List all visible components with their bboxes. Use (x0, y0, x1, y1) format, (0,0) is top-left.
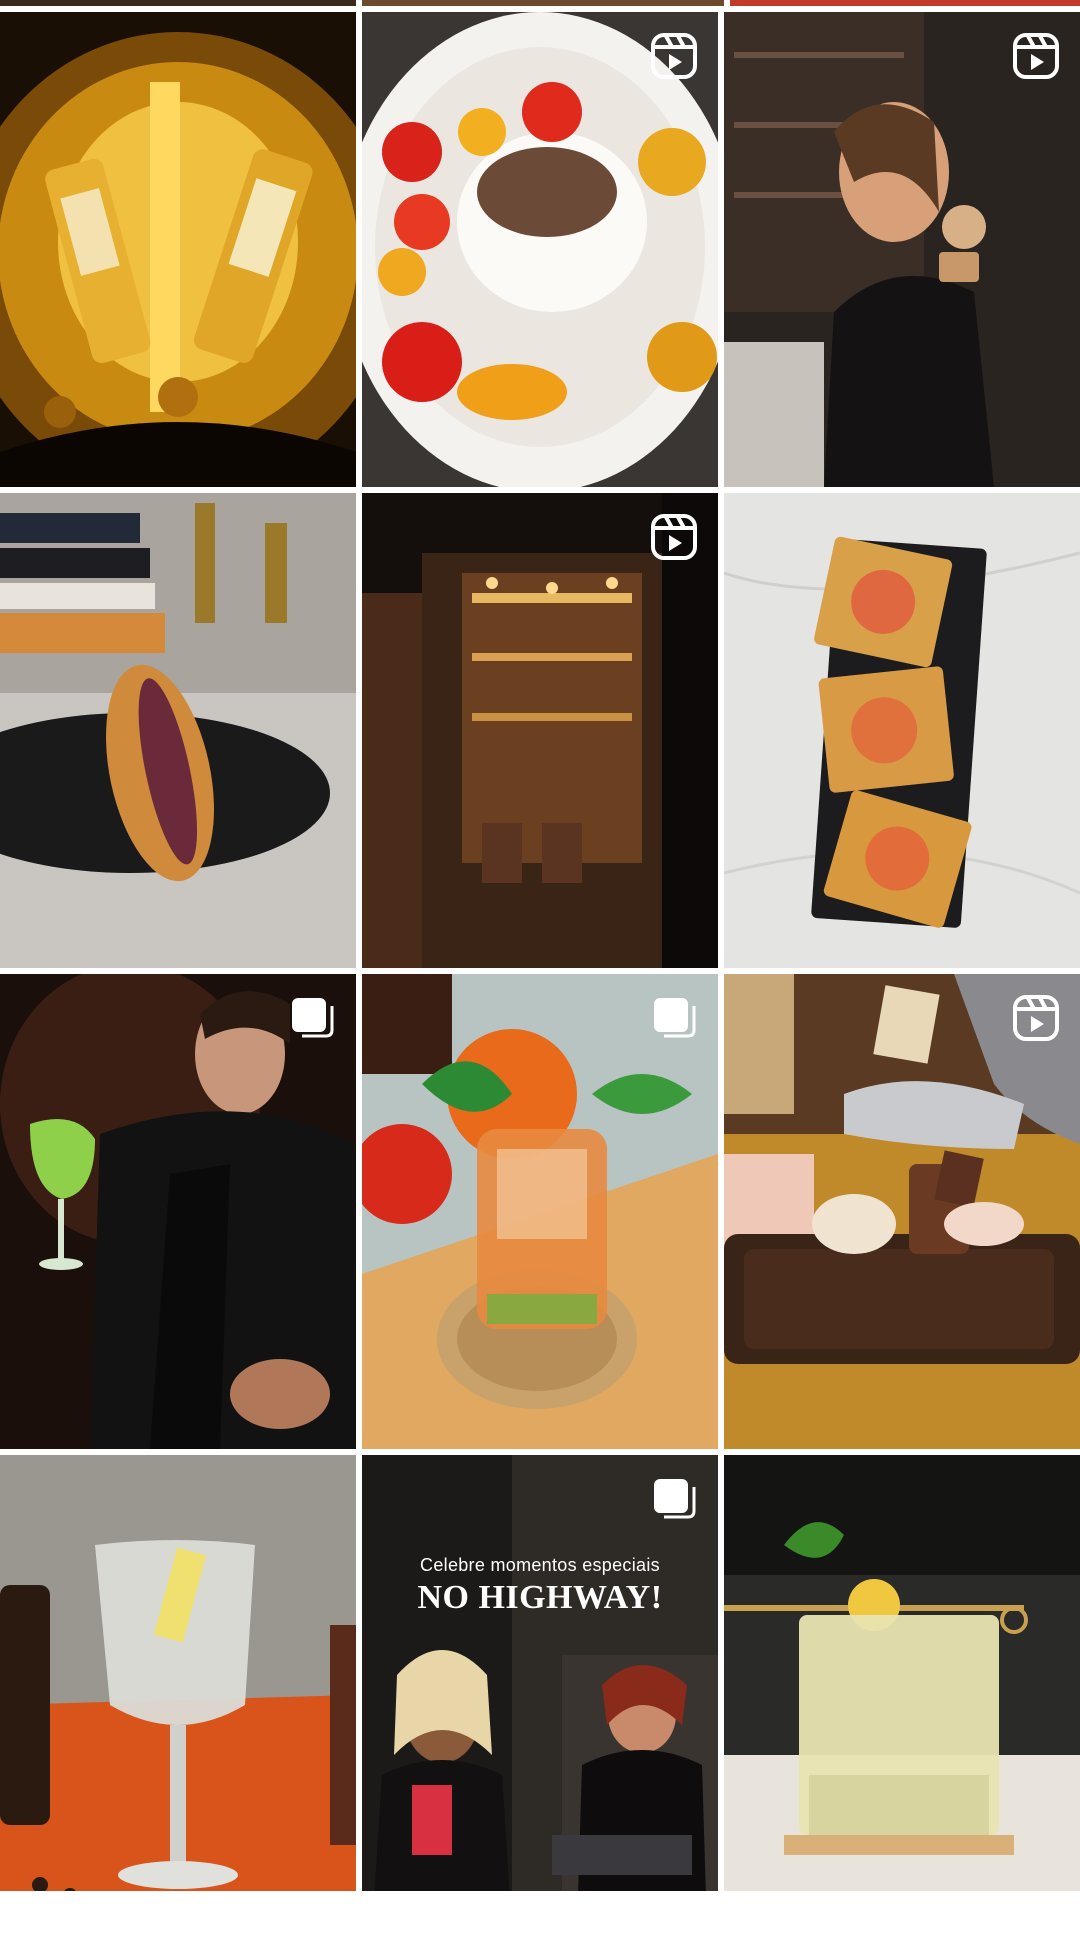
promo-subtitle: Celebre momentos especiais (420, 1555, 660, 1575)
post-thumbnail-burrata[interactable] (362, 12, 718, 487)
restaurant-image (362, 493, 718, 968)
posts-grid: Celebre momentos especiais NO HIGHWAY! (0, 12, 1080, 1930)
hotdog-image (0, 493, 356, 968)
gin-tonic-image (0, 1455, 356, 1930)
lemon-cocktail-image (724, 1455, 1080, 1930)
highway-promo-image (362, 1455, 718, 1930)
post-thumbnail-lemon-cocktail[interactable] (724, 1455, 1080, 1930)
previous-row-strip (0, 0, 1080, 6)
post-thumbnail-coffee-tray[interactable] (724, 974, 1080, 1449)
orange-drink-image (362, 974, 718, 1449)
coffee-tray-image (724, 974, 1080, 1449)
tostadas-image (724, 493, 1080, 968)
woman-cocktail-image (724, 12, 1080, 487)
post-thumbnail-whisky[interactable] (0, 12, 356, 487)
post-thumbnail-gin-tonic[interactable] (0, 1455, 356, 1930)
man-cocktail-image (0, 974, 356, 1449)
carousel-icon (650, 1475, 698, 1523)
promo-title: NO HIGHWAY! (417, 1579, 663, 1616)
post-thumbnail-woman-cocktail[interactable] (724, 12, 1080, 487)
reel-icon (650, 32, 698, 80)
post-thumbnail-man-cocktail[interactable] (0, 974, 356, 1449)
post-thumbnail-orange-drink[interactable] (362, 974, 718, 1449)
reel-icon (650, 513, 698, 561)
carousel-icon (650, 994, 698, 1042)
whisky-image (0, 12, 356, 487)
bottom-spacer (0, 1891, 1080, 1933)
post-thumbnail-restaurant[interactable] (362, 493, 718, 968)
post-thumbnail-hotdog[interactable] (0, 493, 356, 968)
reel-icon (1012, 994, 1060, 1042)
burrata-image (362, 12, 718, 487)
carousel-icon (288, 994, 336, 1042)
reel-icon (1012, 32, 1060, 80)
post-thumbnail-highway-promo[interactable]: Celebre momentos especiais NO HIGHWAY! (362, 1455, 718, 1930)
post-thumbnail-tostadas[interactable] (724, 493, 1080, 968)
